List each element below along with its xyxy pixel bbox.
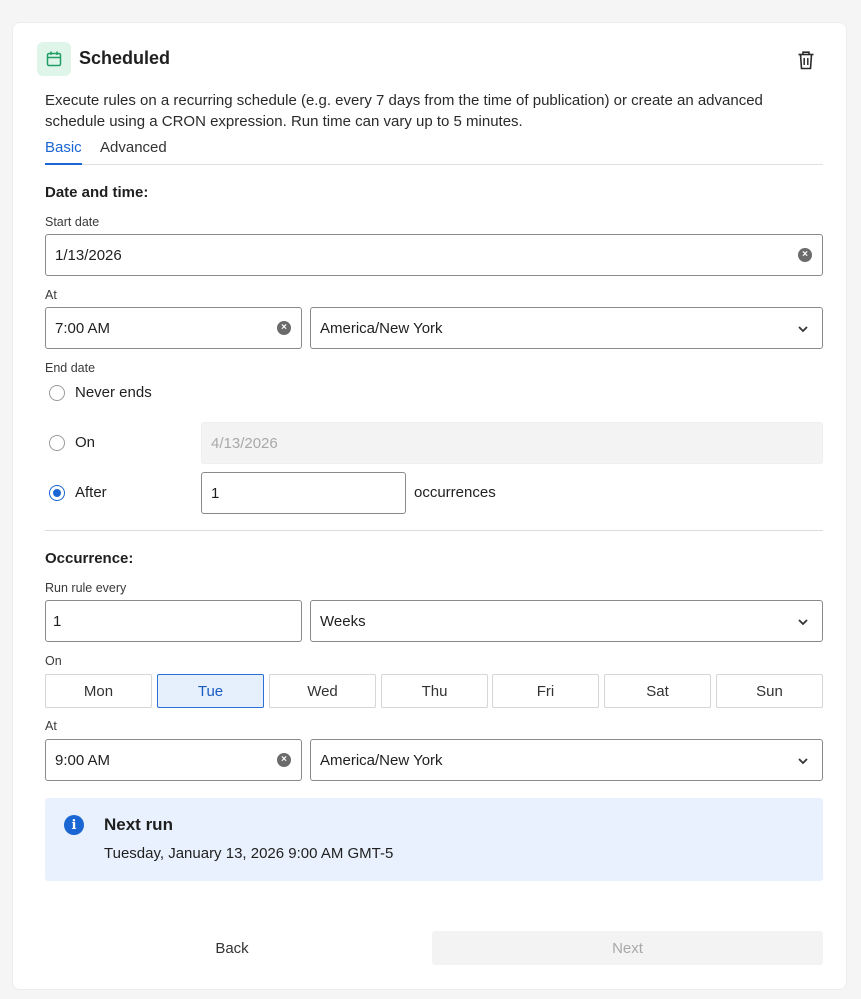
next-run-value: Tuesday, January 13, 2026 9:00 AM GMT-5 <box>104 845 394 862</box>
start-date-field[interactable]: 1/13/2026 × <box>45 234 823 276</box>
next-run-banner: i Next run Tuesday, January 13, 2026 9:0… <box>45 798 823 881</box>
day-wed[interactable]: Wed <box>269 674 376 708</box>
day-mon[interactable]: Mon <box>45 674 152 708</box>
run-every-value: 1 <box>53 612 62 630</box>
clear-icon[interactable]: × <box>277 321 291 335</box>
calendar-icon <box>37 42 71 76</box>
next-button[interactable]: Next <box>432 931 823 965</box>
interval-unit-value: Weeks <box>320 612 366 630</box>
run-time-label: At <box>45 719 57 733</box>
on-label: On <box>75 434 96 451</box>
date-time-heading: Date and time: <box>45 184 149 201</box>
radio-on[interactable] <box>49 435 65 451</box>
occurrences-suffix: occurrences <box>414 484 496 501</box>
day-tue[interactable]: Tue <box>157 674 264 708</box>
radio-never-ends[interactable] <box>49 385 65 401</box>
start-time-label: At <box>45 288 57 302</box>
clear-icon[interactable]: × <box>277 753 291 767</box>
day-thu[interactable]: Thu <box>381 674 488 708</box>
chevron-down-icon <box>798 326 808 333</box>
section-divider <box>45 530 823 531</box>
after-label: After <box>75 484 107 501</box>
start-timezone-select[interactable]: America/New York <box>310 307 823 349</box>
panel-title: Scheduled <box>79 48 171 68</box>
trash-icon[interactable] <box>795 49 817 71</box>
run-timezone-value: America/New York <box>320 751 443 769</box>
clear-icon[interactable]: × <box>798 248 812 262</box>
start-time-value: 7:00 AM <box>55 319 111 337</box>
next-run-title: Next run <box>104 815 173 834</box>
tab-basic[interactable]: Basic <box>45 139 82 165</box>
run-every-field[interactable]: 1 <box>45 600 302 642</box>
start-date-label: Start date <box>45 215 100 229</box>
occurrence-count-value: 1 <box>211 484 220 502</box>
tab-advanced[interactable]: Advanced <box>100 139 167 165</box>
run-time-field[interactable]: 9:00 AM × <box>45 739 302 781</box>
occurrence-heading: Occurrence: <box>45 550 134 567</box>
day-sat[interactable]: Sat <box>604 674 711 708</box>
interval-unit-select[interactable]: Weeks <box>310 600 823 642</box>
never-ends-label: Never ends <box>75 384 152 401</box>
panel-description: Execute rules on a recurring schedule (e… <box>45 92 763 130</box>
tab-bar: Basic Advanced <box>45 139 823 165</box>
on-days-label: On <box>45 654 62 668</box>
scheduled-panel: Scheduled Execute rules on a recurring s… <box>12 22 847 990</box>
end-on-date-field: 4/13/2026 <box>201 422 823 464</box>
run-every-label: Run rule every <box>45 581 127 595</box>
chevron-down-icon <box>798 619 808 626</box>
end-on-date-value: 4/13/2026 <box>211 434 278 452</box>
occurrence-count-field[interactable]: 1 <box>201 472 406 514</box>
run-time-value: 9:00 AM <box>55 751 111 769</box>
chevron-down-icon <box>798 758 808 765</box>
back-button[interactable]: Back <box>45 931 419 965</box>
day-sun[interactable]: Sun <box>716 674 823 708</box>
info-icon: i <box>64 815 84 835</box>
radio-after[interactable] <box>49 485 65 501</box>
end-date-label: End date <box>45 361 96 375</box>
start-date-value: 1/13/2026 <box>55 246 122 264</box>
start-timezone-value: America/New York <box>320 319 443 337</box>
start-time-field[interactable]: 7:00 AM × <box>45 307 302 349</box>
day-fri[interactable]: Fri <box>492 674 599 708</box>
run-timezone-select[interactable]: America/New York <box>310 739 823 781</box>
